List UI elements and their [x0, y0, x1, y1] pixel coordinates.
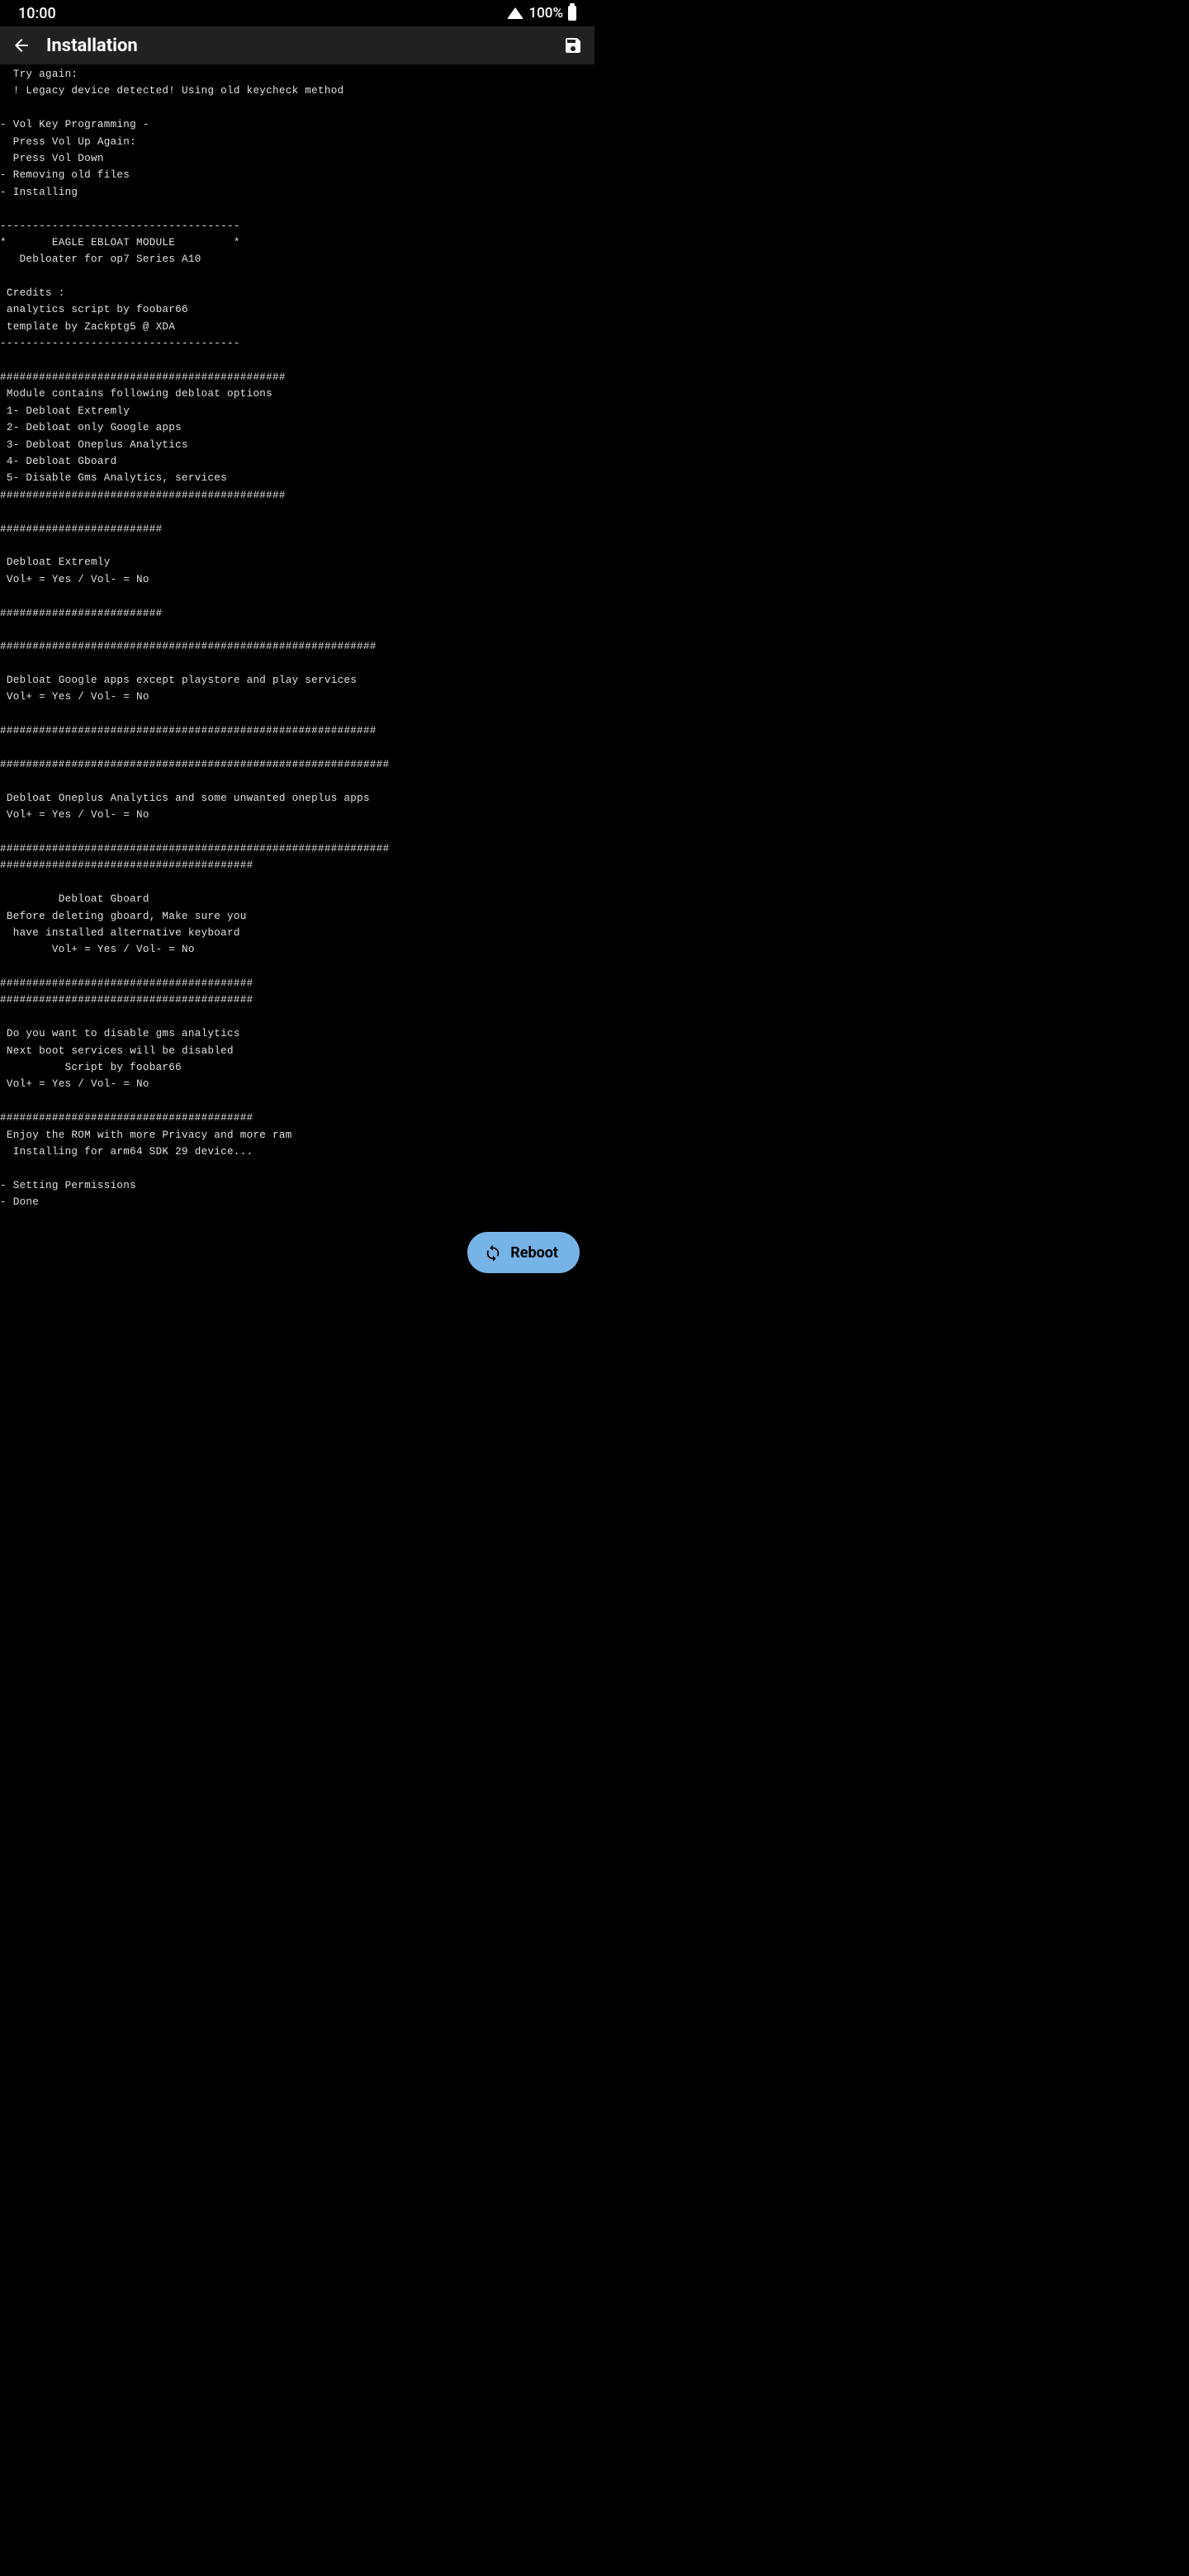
app-bar: Installation — [0, 26, 594, 64]
arrow-left-icon — [12, 36, 31, 55]
status-time: 10:00 — [18, 5, 56, 22]
back-button[interactable] — [12, 36, 31, 55]
wifi-icon — [507, 7, 523, 19]
status-bar: 10:00 100% — [0, 0, 594, 26]
reboot-button[interactable]: Reboot — [467, 1232, 580, 1273]
page-title: Installation — [46, 36, 548, 56]
terminal-output[interactable]: Try again: ! Legacy device detected! Usi… — [0, 64, 594, 1211]
battery-text: 100% — [528, 5, 563, 21]
status-indicators: 100% — [507, 5, 576, 21]
save-icon — [563, 36, 583, 55]
restart-icon — [484, 1243, 502, 1262]
battery-icon — [568, 6, 576, 21]
save-button[interactable] — [563, 36, 583, 55]
reboot-label: Reboot — [510, 1244, 558, 1262]
